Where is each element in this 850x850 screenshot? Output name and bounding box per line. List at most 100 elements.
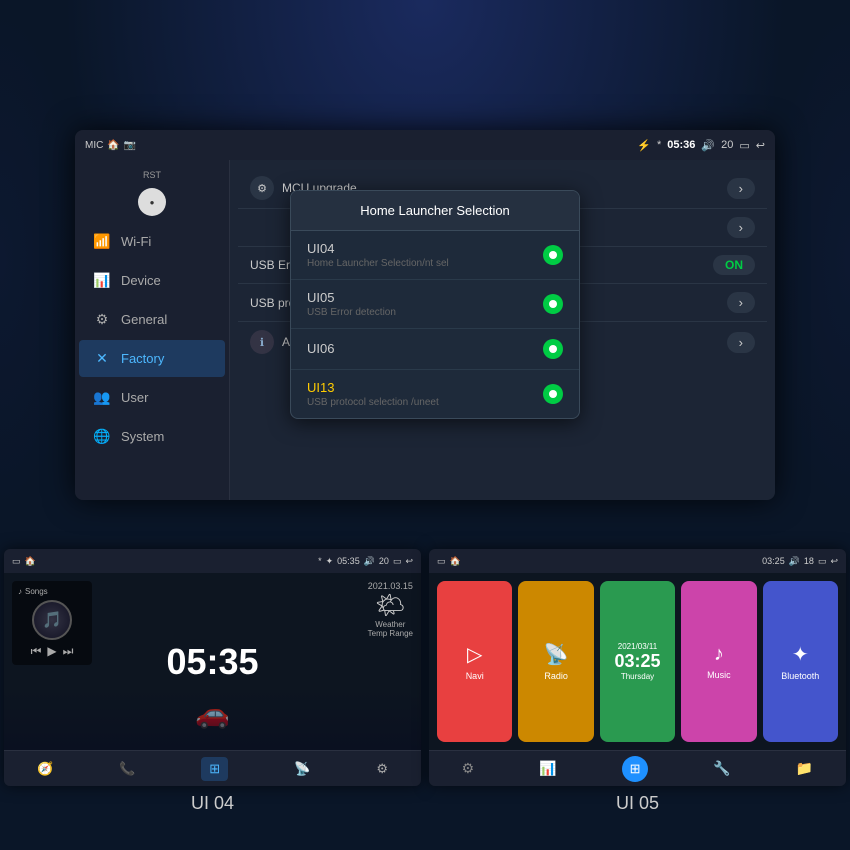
on-badge: ON	[713, 255, 755, 275]
navi-label: Navi	[466, 671, 484, 681]
nav-home[interactable]: ⊞	[201, 757, 228, 781]
ui04-bt-icon: *	[318, 556, 322, 566]
volume-level: 20	[721, 139, 733, 151]
status-time: 05:36	[667, 139, 695, 151]
clock-day: Thursday	[621, 672, 654, 681]
ui05-label: UI 05	[616, 793, 659, 814]
user-icon: 👥	[93, 389, 111, 406]
radio-label: Radio	[544, 671, 568, 681]
wifi-icon: 📶	[93, 233, 111, 250]
sidebar-item-factory[interactable]: ✕ Factory	[79, 340, 225, 377]
weather-label: Weather	[368, 620, 413, 629]
ui04-volume-icon: 🔊	[364, 556, 375, 567]
bottom-screens: ▭ 🏠 * ✦ 05:35 🔊 20 ▭ ↩ ♪ Songs 🎵	[0, 545, 850, 790]
sidebar-user-label: User	[121, 390, 148, 405]
ui04-battery-icon: ▭	[12, 556, 21, 567]
mic-label: MIC	[85, 140, 103, 151]
export-chevron-button[interactable]: ›	[727, 332, 755, 353]
ui05-volume: 18	[804, 556, 814, 566]
sidebar-item-device[interactable]: 📊 Device	[79, 262, 225, 299]
sidebar-factory-label: Factory	[121, 351, 164, 366]
rst-button[interactable]: ●	[138, 188, 166, 216]
home-icon: 🏠	[107, 140, 119, 151]
factory-icon: ✕	[93, 350, 111, 367]
sidebar-general-label: General	[121, 312, 167, 327]
sidebar-item-user[interactable]: 👥 User	[79, 379, 225, 416]
ui04-batt: ▭	[393, 556, 402, 567]
sidebar-item-wifi[interactable]: 📶 Wi-Fi	[79, 223, 225, 260]
mcu-chevron-button[interactable]: ›	[727, 178, 755, 199]
weather-sub: Temp Range	[368, 629, 413, 638]
bluetooth-icon: ⚡	[637, 139, 651, 152]
sidebar: RST ● 📶 Wi-Fi 📊 Device ⚙ General ✕ Facto…	[75, 160, 230, 500]
navi-icon: ▷	[467, 642, 482, 667]
app-tile-clock[interactable]: 2021/03/11 03:25 Thursday	[600, 581, 675, 742]
ui05-time: 03:25	[762, 556, 785, 566]
camera-icon: 📷	[124, 140, 136, 151]
popup-title: Home Launcher Selection	[291, 191, 579, 231]
row2-chevron-button[interactable]: ›	[727, 217, 755, 238]
ui05-nav-home[interactable]: ⊞	[622, 756, 648, 782]
music-icon: ♪	[714, 643, 724, 666]
nav-settings[interactable]: ⚙	[376, 761, 388, 777]
prev-button[interactable]: ⏮	[31, 644, 42, 659]
nav-compass[interactable]: 🧭	[37, 761, 53, 777]
clock-date: 2021/03/11	[618, 642, 657, 651]
ui04-label: UI 04	[191, 793, 234, 814]
ui04-music-panel: ♪ Songs 🎵 ⏮ ▶ ⏭	[12, 581, 92, 665]
ui05-nav-settings[interactable]: ⚙	[462, 760, 475, 777]
screen-content: RST ● 📶 Wi-Fi 📊 Device ⚙ General ✕ Facto…	[75, 160, 775, 500]
main-panel: ⚙ MCU upgrade › › USB Error detection ON	[230, 160, 775, 500]
music-label: Music	[707, 670, 731, 680]
sidebar-wifi-label: Wi-Fi	[121, 234, 151, 249]
popup-option-ui04[interactable]: UI04 Home Launcher Selection/nt sel	[291, 231, 579, 280]
app-tile-bluetooth[interactable]: ✦ Bluetooth	[763, 581, 838, 742]
ui04-nav-bar: 🧭 📞 ⊞ 📡 ⚙	[4, 750, 421, 786]
mcu-icon: ⚙	[250, 176, 274, 200]
ui05-bottom-bar: ⚙ 📊 ⊞ 🔧 📁	[429, 750, 846, 786]
ui06-label: UI06	[307, 341, 334, 356]
ui05-screen: ▭ 🏠 03:25 🔊 18 ▭ ↩ ▷ Navi 📡 Radio	[429, 549, 846, 786]
sidebar-item-system[interactable]: 🌐 System	[79, 418, 225, 455]
ui04-radio	[543, 245, 563, 265]
clock-time: 03:25	[614, 651, 660, 672]
ui05-subtitle: USB Error detection	[307, 307, 396, 318]
bluetooth-icon: ✦	[792, 642, 809, 667]
ui04-clock: 05:35	[166, 641, 258, 683]
road-gradient	[4, 690, 421, 750]
popup-option-ui06[interactable]: UI06	[291, 329, 579, 370]
status-left: MIC 🏠 📷	[85, 140, 136, 151]
usb-protocol-chevron[interactable]: ›	[727, 292, 755, 313]
ui05-batt: ▭	[818, 556, 827, 567]
ui04-screen: ▭ 🏠 * ✦ 05:35 🔊 20 ▭ ↩ ♪ Songs 🎵	[4, 549, 421, 786]
sidebar-device-label: Device	[121, 273, 161, 288]
ui04-status-bar: ▭ 🏠 * ✦ 05:35 🔊 20 ▭ ↩	[4, 549, 421, 573]
music-note-icon: ♪	[18, 587, 22, 596]
ui04-subtitle: Home Launcher Selection/nt sel	[307, 258, 449, 269]
play-button[interactable]: ▶	[47, 644, 56, 659]
ui05-back[interactable]: ↩	[830, 556, 838, 567]
nav-signal[interactable]: 📡	[294, 761, 310, 777]
ui05-home-icon: 🏠	[450, 556, 461, 567]
ui05-nav-stats[interactable]: 📊	[539, 760, 556, 777]
dash-left-decoration	[0, 0, 80, 520]
status-bar: MIC 🏠 📷 ⚡ * 05:36 🔊 20 ▭ ↩	[75, 130, 775, 160]
music-title-text: Songs	[25, 587, 48, 596]
sidebar-item-general[interactable]: ⚙ General	[79, 301, 225, 338]
ui05-nav-tools[interactable]: 🔧	[713, 760, 730, 777]
nav-phone[interactable]: 📞	[119, 761, 135, 777]
ui04-label: UI04	[307, 241, 449, 256]
ui04-back[interactable]: ↩	[405, 556, 413, 567]
ui05-nav-files[interactable]: 📁	[796, 760, 813, 777]
export-info-icon: ℹ	[250, 330, 274, 354]
popup-option-ui05[interactable]: UI05 USB Error detection	[291, 280, 579, 329]
gear-icon: ⚙	[93, 311, 111, 328]
app-tile-music[interactable]: ♪ Music	[681, 581, 756, 742]
ui13-radio	[543, 384, 563, 404]
app-tile-radio[interactable]: 📡 Radio	[518, 581, 593, 742]
radio-icon: 📡	[544, 642, 569, 667]
back-icon[interactable]: ↩	[756, 139, 765, 152]
popup-option-ui13[interactable]: UI13 USB protocol selection /uneet	[291, 370, 579, 418]
next-button[interactable]: ⏭	[63, 644, 74, 659]
app-tile-navi[interactable]: ▷ Navi	[437, 581, 512, 742]
